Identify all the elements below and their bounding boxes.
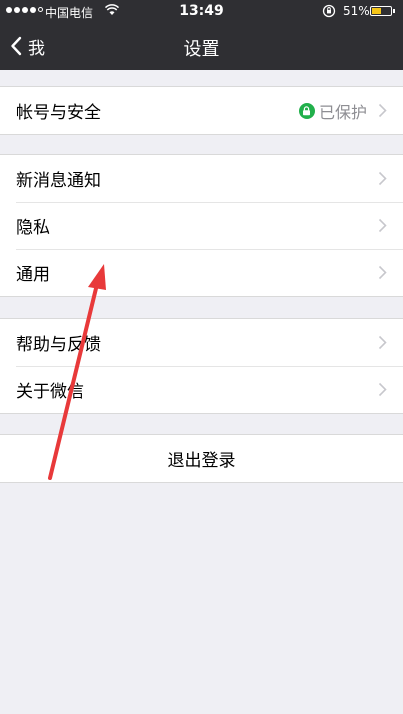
settings-row-about[interactable]: 关于微信 [0,366,403,413]
top-bar: 中国电信 13:49 51% 我 设置 [0,0,403,70]
logout-button-label: 退出登录 [167,451,236,471]
orientation-lock-icon [322,4,336,18]
battery-level-fill [372,8,381,14]
battery-icon [370,6,392,16]
security-status-text: 已保护 [318,102,367,122]
page-title: 设置 [183,39,220,60]
battery-percent: 51% [343,4,370,18]
settings-group-help: 帮助与反馈 关于微信 [0,318,403,414]
settings-group-account: 帐号与安全 已保护 [0,86,403,135]
chevron-right-icon [378,218,387,233]
chevron-right-icon [378,103,387,118]
lock-icon [298,102,315,119]
settings-row-general[interactable]: 通用 [0,249,403,296]
chevron-right-icon [378,382,387,397]
settings-row-label: 关于微信 [16,382,84,402]
settings-row-label: 通用 [16,265,50,285]
chevron-right-icon [378,171,387,186]
settings-row-label: 帐号与安全 [16,103,101,123]
settings-row-privacy[interactable]: 隐私 [0,202,403,249]
settings-group-logout: 退出登录 [0,434,403,483]
battery-tip [393,9,395,13]
chevron-right-icon [378,335,387,350]
settings-row-account-security[interactable]: 帐号与安全 已保护 [0,87,403,134]
status-bar: 中国电信 13:49 51% [0,0,403,22]
settings-row-notifications[interactable]: 新消息通知 [0,155,403,202]
settings-row-label: 新消息通知 [16,171,101,191]
logout-button[interactable]: 退出登录 [0,435,403,482]
nav-bar: 我 设置 [0,22,403,70]
settings-row-label: 帮助与反馈 [16,335,101,355]
settings-group-general: 新消息通知 隐私 通用 [0,154,403,297]
settings-row-help-feedback[interactable]: 帮助与反馈 [0,319,403,366]
security-status: 已保护 [298,99,367,123]
chevron-right-icon [378,265,387,280]
settings-row-label: 隐私 [16,218,50,238]
